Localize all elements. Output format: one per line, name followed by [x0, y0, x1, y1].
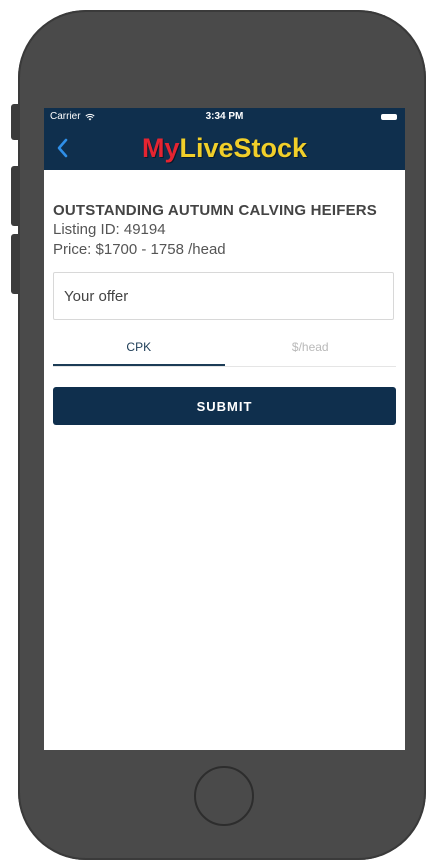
offer-form: OUTSTANDING AUTUMN CALVING HEIFERS Listi…: [53, 170, 396, 425]
app-title-my: My: [141, 133, 180, 163]
listing-id: Listing ID: 49194: [53, 221, 166, 238]
tab-per-head[interactable]: $/head: [225, 332, 397, 366]
volume-up-button: [11, 166, 20, 226]
status-time: 3:34 PM: [205, 111, 244, 122]
price-unit-tabs: CPK $/head: [53, 332, 396, 367]
offer-input[interactable]: [53, 272, 394, 320]
listing-price: Price: $1700 - 1758 /head: [53, 241, 226, 258]
mute-switch: [11, 104, 20, 140]
app-title: MyLiveStock: [44, 133, 405, 164]
status-bar: Carrier 3:34 PM: [44, 108, 405, 126]
listing-title: OUTSTANDING AUTUMN CALVING HEIFERS: [53, 202, 378, 219]
nav-bar: MyLiveStock: [44, 126, 405, 170]
app-title-livestock: LiveStock: [179, 133, 308, 163]
volume-down-button: [11, 234, 20, 294]
battery-icon: [381, 114, 397, 120]
tab-cpk[interactable]: CPK: [53, 332, 225, 366]
app-screen: Carrier 3:34 PM MyLiveStock OUTSTANDING …: [44, 108, 405, 750]
submit-button[interactable]: SUBMIT: [53, 387, 396, 425]
home-button[interactable]: [194, 766, 254, 826]
